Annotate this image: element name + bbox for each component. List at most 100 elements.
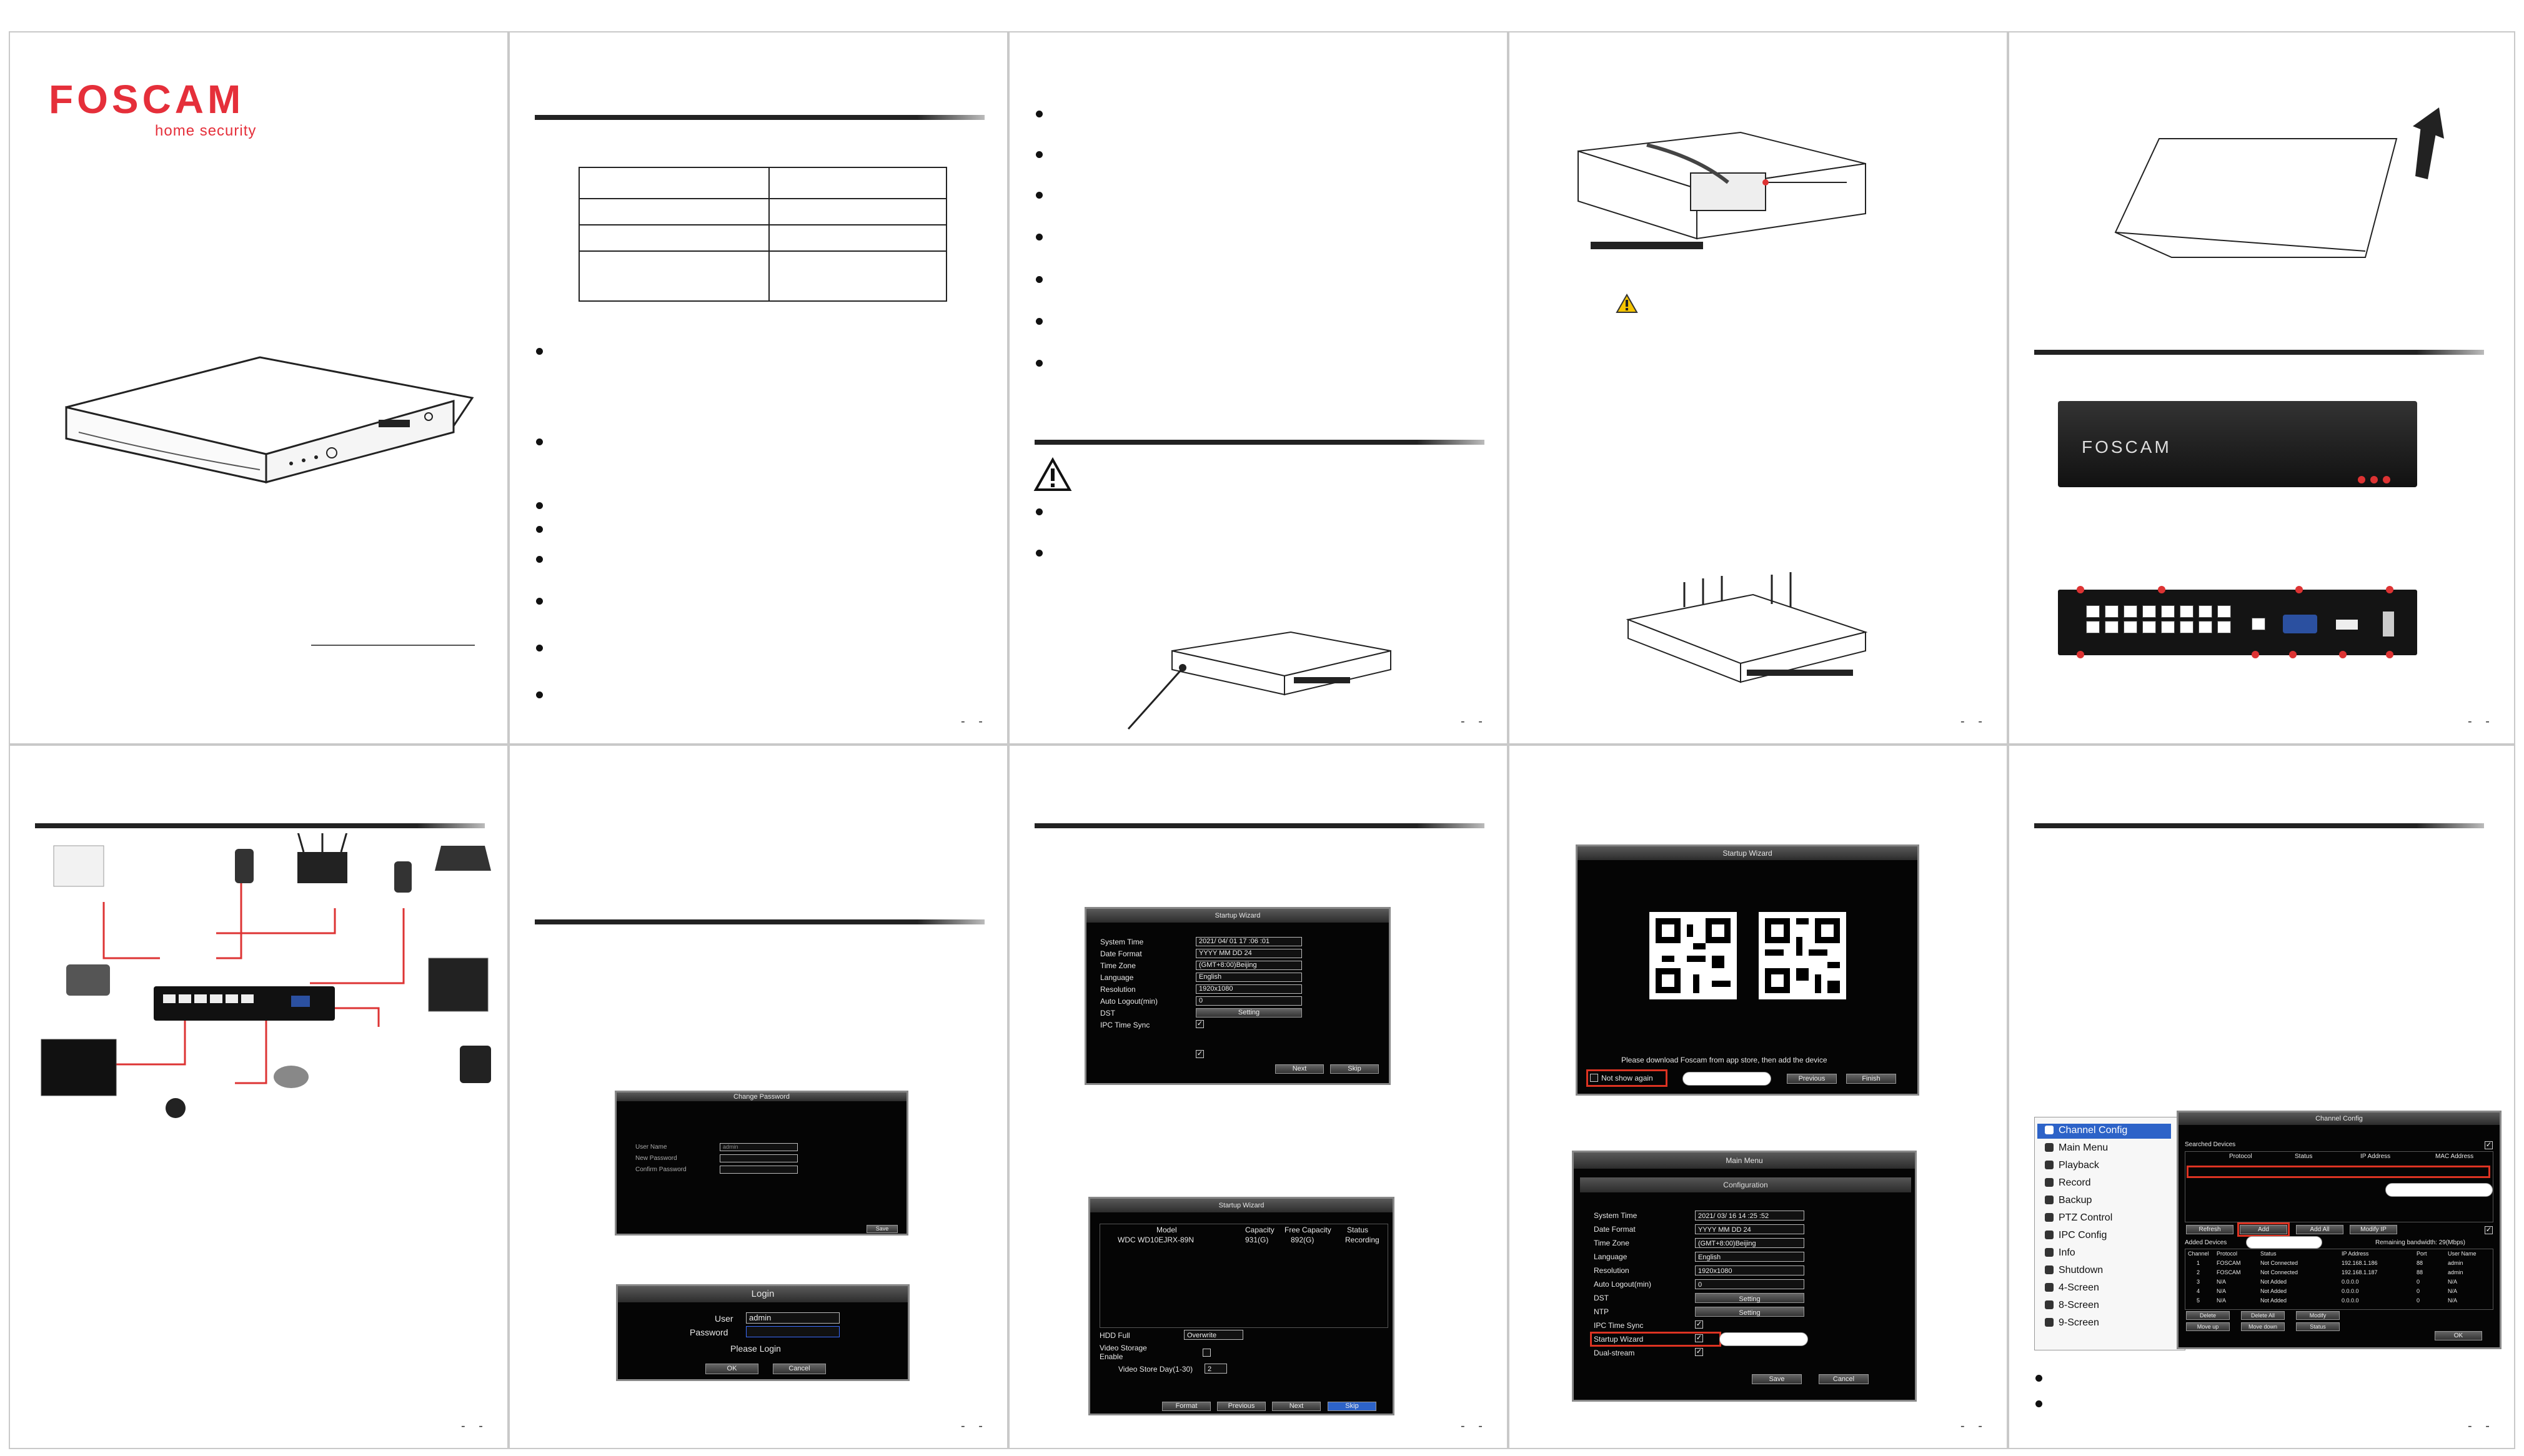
password-field[interactable] [746,1326,840,1337]
added-cell[interactable]: 5 [2197,1297,2200,1304]
next-button[interactable]: Next [1272,1402,1321,1411]
extra-checkbox[interactable]: ✓ [1196,1050,1204,1058]
context-menu-item[interactable]: Channel Config [2045,1125,2127,1136]
refresh-button[interactable]: Refresh [2186,1225,2233,1234]
skip-button[interactable]: Skip [1328,1402,1376,1411]
config-row-field[interactable]: 0 [1695,1279,1804,1289]
hdd-full-select[interactable]: Overwrite [1184,1330,1243,1340]
poe-port [2105,621,2119,633]
ok-button[interactable]: OK [2435,1331,2482,1340]
bullet [536,556,543,563]
username-field[interactable]: admin [720,1143,798,1151]
config-row-field[interactable]: Setting [1695,1293,1804,1303]
next-button[interactable]: Next [1275,1064,1324,1074]
config-row-field[interactable]: 1920x1080 [1695,1265,1804,1275]
searched-header: IP Address [2360,1153,2391,1160]
added-select-all[interactable]: ✓ [2485,1226,2493,1234]
config-row-label: Dual-stream [1594,1349,1635,1357]
page-number: - - [961,715,988,728]
added-cell: Not Added [2260,1288,2287,1294]
cancel-button[interactable]: Cancel [773,1364,826,1374]
wizard-row-field[interactable]: YYYY MM DD 24 [1196,949,1302,958]
store-days-field[interactable]: 2 [1205,1364,1227,1374]
cancel-button[interactable]: Cancel [1819,1374,1869,1384]
caution-icon [1616,294,1638,313]
modify-button[interactable]: Modify [2296,1311,2340,1320]
wizard-row-field[interactable]: Setting [1196,1008,1302,1018]
added-cell[interactable]: 3 [2197,1279,2200,1285]
menu-item-icon [2045,1143,2054,1152]
panel-safety: - - [1008,31,1508,745]
config-row-label: NTP [1594,1307,1609,1316]
context-menu-item[interactable]: Shutdown [2045,1265,2103,1276]
config-row-label: Language [1594,1252,1627,1261]
new-password-field[interactable] [720,1154,798,1162]
storage-enable-checkbox[interactable] [1203,1349,1211,1357]
context-menu-item[interactable]: 4-Screen [2045,1282,2099,1294]
added-cell: 0 [2417,1288,2420,1294]
warning-icon [1033,457,1072,491]
user-select[interactable]: admin [746,1312,840,1324]
hdd-row-model[interactable]: WDC WD10EJRX-89N [1118,1236,1194,1244]
modify-ip-button[interactable]: Modify IP [2350,1225,2397,1234]
searched-header: MAC Address [2435,1153,2474,1160]
context-menu-item[interactable]: IPC Config [2045,1230,2107,1241]
added-cell: Not Added [2260,1297,2287,1304]
config-row-field[interactable]: 2021/ 03/ 16 14 :25 :52 [1695,1211,1804,1221]
config-row-field[interactable]: Setting [1695,1307,1804,1317]
skip-button[interactable]: Skip [1330,1064,1379,1074]
context-menu-item[interactable]: Backup [2045,1195,2092,1206]
searched-select-all[interactable]: ✓ [2485,1141,2493,1149]
save-button[interactable]: Save [1752,1374,1802,1384]
previous-button[interactable]: Previous [1787,1074,1837,1084]
context-menu-item[interactable]: 9-Screen [2045,1317,2099,1329]
port-marker [2077,586,2084,593]
context-menu-item[interactable]: 8-Screen [2045,1300,2099,1311]
save-button[interactable]: Save [867,1225,898,1233]
wizard-row-field[interactable]: 0 [1196,996,1302,1006]
storage-enable-label: Video Storage Enable [1100,1344,1147,1361]
added-cell: admin [2448,1260,2463,1266]
format-button[interactable]: Format [1162,1402,1211,1411]
config-row-checkbox[interactable]: ✓ [1695,1320,1703,1329]
context-menu-item[interactable]: PTZ Control [2045,1212,2112,1224]
ok-button[interactable]: OK [705,1364,758,1374]
status-button[interactable]: Status [2296,1322,2340,1331]
move-down-button[interactable]: Move down [2241,1322,2285,1331]
delete-all-button[interactable]: Delete All [2241,1311,2285,1320]
wizard-row-field[interactable]: 1920x1080 [1196,984,1302,994]
context-menu-item[interactable]: Info [2045,1247,2075,1259]
context-menu-item[interactable]: Playback [2045,1160,2099,1171]
menu-item-label: Channel Config [2059,1125,2128,1136]
menu-item-label: 4-Screen [2059,1282,2099,1293]
dialog-title: Main Menu [1574,1152,1915,1169]
section-divider [2034,350,2484,355]
wizard-row-field[interactable]: 2021/ 04/ 01 17 :06 :01 [1196,937,1302,946]
finish-button[interactable]: Finish [1846,1074,1896,1084]
page-number: - - [1960,715,1987,728]
added-cell[interactable]: 1 [2197,1260,2200,1266]
previous-button[interactable]: Previous [1217,1402,1266,1411]
bullet [1036,111,1043,117]
bullet [536,526,543,533]
confirm-password-field[interactable] [720,1166,798,1174]
config-row-checkbox[interactable]: ✓ [1695,1348,1703,1356]
wizard-row-field[interactable]: English [1196,973,1302,982]
page-number: - - [1960,1419,1987,1433]
config-row-field[interactable]: YYYY MM DD 24 [1695,1224,1804,1234]
added-cell[interactable]: 4 [2197,1288,2200,1294]
searched-row-highlight[interactable] [2187,1166,2490,1178]
bullet [536,598,543,605]
move-up-button[interactable]: Move up [2186,1322,2230,1331]
config-row-field[interactable]: (GMT+8:00)Beijing [1695,1238,1804,1248]
add-all-button[interactable]: Add All [2296,1225,2343,1234]
callout-bubble [2385,1183,2493,1197]
delete-button[interactable]: Delete [2186,1311,2230,1320]
context-menu-item[interactable]: Main Menu [2045,1142,2108,1154]
wizard-row-field[interactable]: (GMT+8:00)Beijing [1196,961,1302,970]
context-menu-item[interactable]: Record [2045,1177,2091,1189]
added-cell[interactable]: 2 [2197,1269,2200,1275]
config-row-field[interactable]: English [1695,1252,1804,1262]
wizard-row-checkbox[interactable]: ✓ [1196,1020,1204,1028]
config-subtitle: Configuration [1580,1177,1911,1192]
